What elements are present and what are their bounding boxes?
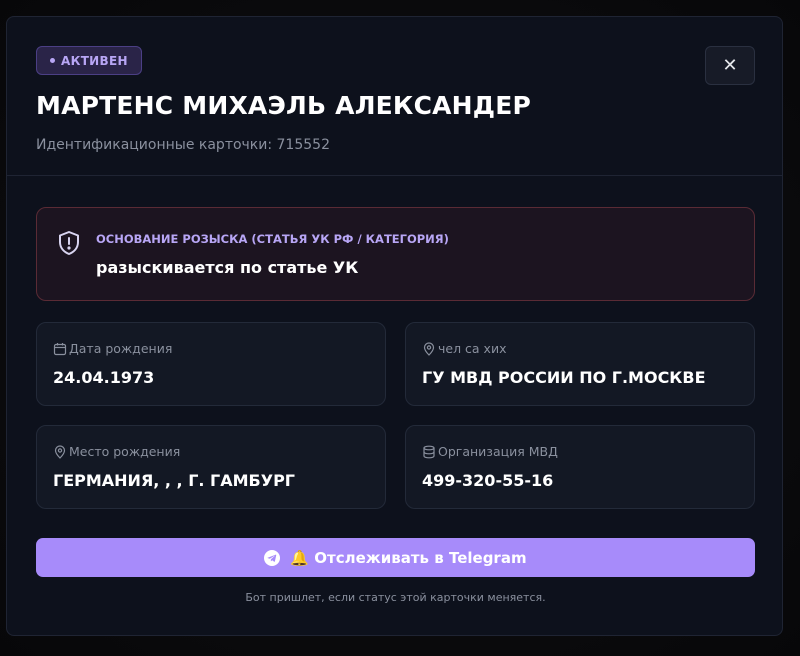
calendar-icon [53, 342, 67, 355]
telegram-icon [264, 549, 281, 566]
field-card-authority: чел са хих ГУ МВД РОССИИ ПО Г.МОСКВЕ [405, 322, 755, 406]
field-label: чел са хих [438, 341, 507, 356]
status-label: АКТИВЕН [61, 53, 128, 68]
track-button-label: 🔔 Отслеживать в Telegram [290, 548, 527, 567]
field-value: 24.04.1973 [53, 368, 155, 387]
status-badge: АКТИВЕН [36, 46, 142, 75]
wanted-reason-label: ОСНОВАНИЕ РОЗЫСКА (СТАТЬЯ УК РФ / КАТЕГО… [96, 232, 449, 246]
status-dot-icon [50, 58, 55, 63]
person-name: МАРТЕНС МИХАЭЛЬ АЛЕКСАНДЕР [36, 91, 532, 120]
bot-hint-text: Бот пришлет, если статус этой карточки м… [245, 591, 546, 604]
close-icon: ✕ [722, 55, 738, 76]
field-label: Организация МВД [438, 444, 558, 459]
field-card-birth-date: Дата рождения 24.04.1973 [36, 322, 386, 406]
shield-alert-icon [59, 231, 79, 255]
track-telegram-button[interactable]: 🔔 Отслеживать в Telegram [36, 538, 755, 577]
card-id: Идентификационные карточки: 715552 [36, 137, 330, 153]
person-card-modal: АКТИВЕН ✕ МАРТЕНС МИХАЭЛЬ АЛЕКСАНДЕР Иде… [6, 16, 783, 636]
field-card-organization: Организация МВД 499-320-55-16 [405, 425, 755, 509]
field-label: Место рождения [69, 444, 181, 459]
modal-header: АКТИВЕН ✕ МАРТЕНС МИХАЭЛЬ АЛЕКСАНДЕР Иде… [7, 17, 782, 176]
field-label: Дата рождения [69, 341, 173, 356]
wanted-reason-value: разыскивается по статье УК [96, 258, 359, 277]
field-value: ГУ МВД РОССИИ ПО Г.МОСКВЕ [422, 368, 706, 387]
field-value: ГЕРМАНИЯ, , , Г. ГАМБУРГ [53, 471, 295, 490]
location-pin-icon [54, 444, 66, 459]
database-icon [423, 445, 435, 458]
field-card-birth-place: Место рождения ГЕРМАНИЯ, , , Г. ГАМБУРГ [36, 425, 386, 509]
close-button[interactable]: ✕ [705, 46, 755, 85]
location-pin-icon [423, 341, 435, 356]
wanted-reason-alert: ОСНОВАНИЕ РОЗЫСКА (СТАТЬЯ УК РФ / КАТЕГО… [36, 207, 755, 301]
field-value: 499-320-55-16 [422, 471, 554, 490]
